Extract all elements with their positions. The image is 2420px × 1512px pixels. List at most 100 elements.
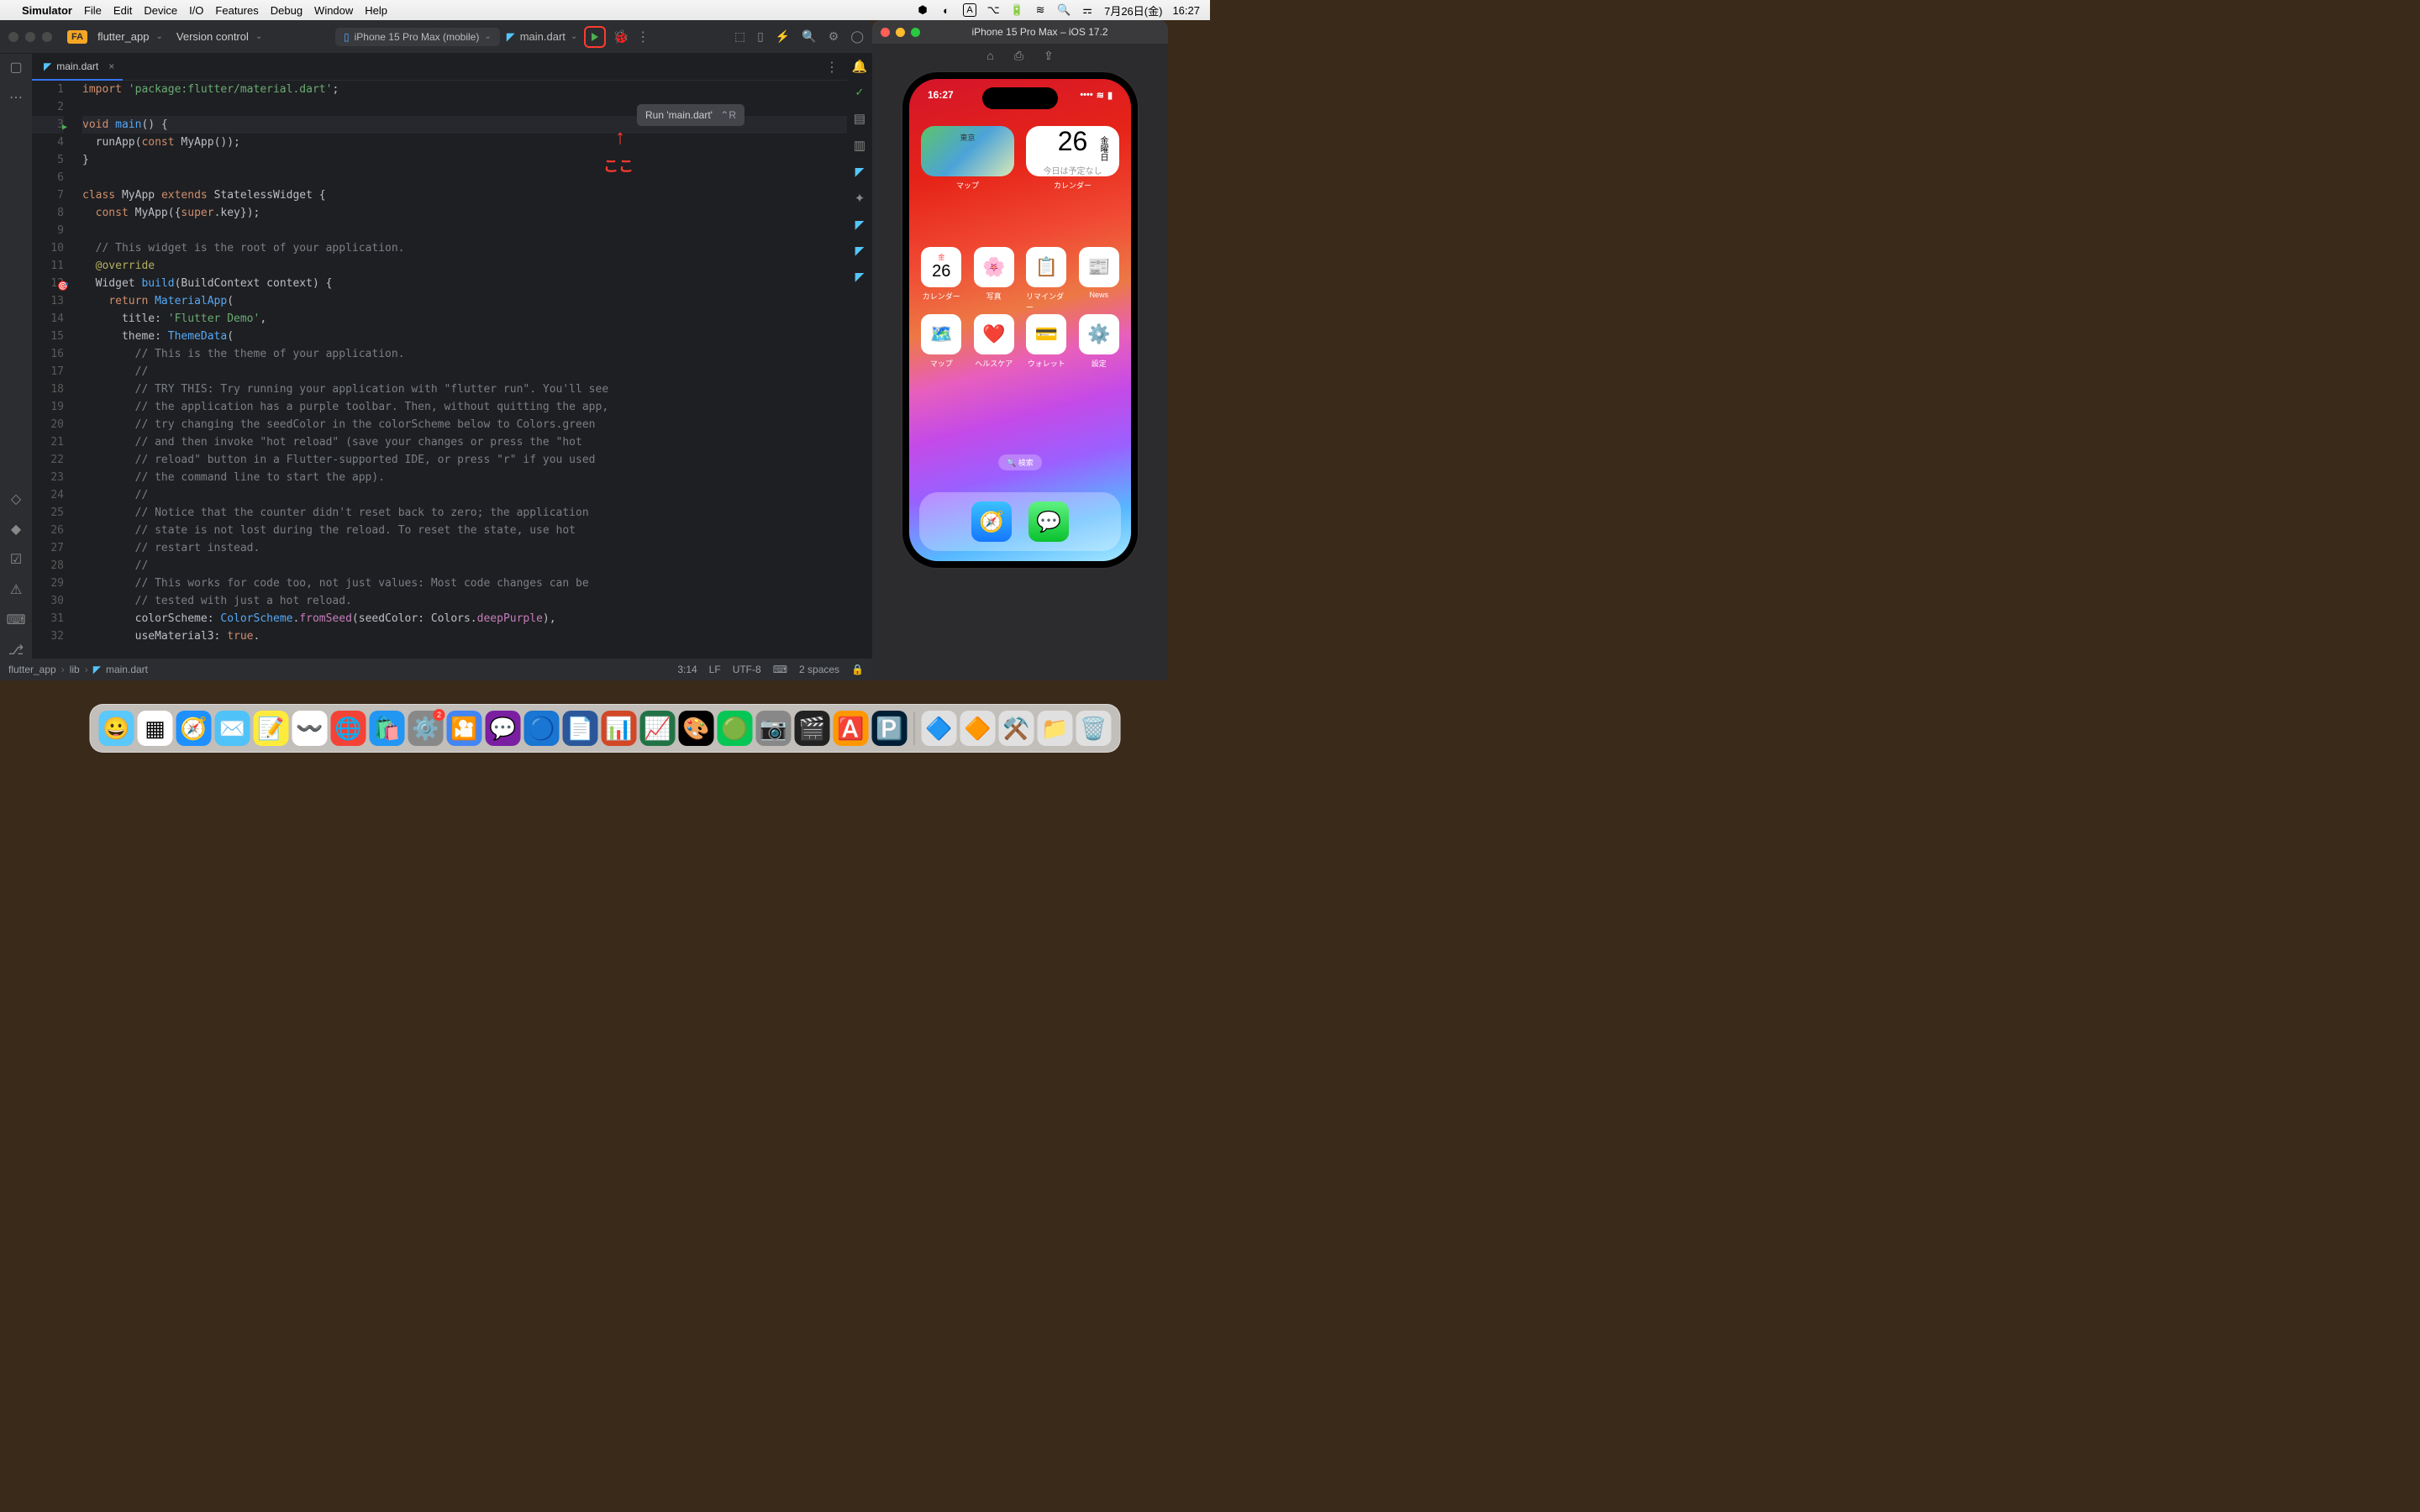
tab-close-icon[interactable]: ×	[108, 60, 114, 72]
menubar-time[interactable]: 16:27	[1172, 4, 1200, 17]
device-manager-icon[interactable]: ▯	[757, 29, 764, 44]
dock-app-icon[interactable]: 🎬	[795, 711, 830, 746]
spotlight-search-pill[interactable]: 🔍 検索	[998, 454, 1042, 470]
breadcrumb-file[interactable]: main.dart	[106, 664, 148, 675]
dock-app-icon[interactable]: 🎨	[679, 711, 714, 746]
dock-app-icon[interactable]: 📄	[563, 711, 598, 746]
spotlight-icon[interactable]: 🔍	[1057, 3, 1071, 17]
terminal-icon[interactable]: ⌨	[6, 612, 25, 628]
version-control-dropdown[interactable]: Version control	[176, 30, 249, 43]
todo-icon[interactable]: ☑	[10, 551, 22, 568]
app-icon[interactable]: 金26カレンダー	[921, 247, 962, 312]
breadcrumb-folder[interactable]: lib	[70, 664, 80, 675]
inspector-icon[interactable]: ▤	[854, 111, 865, 126]
menu-file[interactable]: File	[84, 4, 102, 17]
messages-app-icon[interactable]: 💬	[1028, 501, 1069, 542]
ai-icon[interactable]: ✦	[855, 191, 865, 206]
menu-help[interactable]: Help	[365, 4, 387, 17]
dock-app-icon[interactable]: 🅰️	[834, 711, 869, 746]
dock-app-icon[interactable]: 🗑️	[1076, 711, 1112, 746]
app-icon[interactable]: ❤️ヘルスケア	[974, 314, 1015, 369]
lock-icon[interactable]: 🔒	[851, 664, 864, 675]
run-button[interactable]	[584, 26, 606, 48]
app-icon[interactable]: ⚙️設定	[1079, 314, 1120, 369]
battery-icon[interactable]: 🔋	[1010, 3, 1023, 17]
run-config-selector[interactable]: ◤ main.dart ⌄	[507, 30, 578, 44]
bluetooth-icon[interactable]: ⌥	[986, 3, 1000, 17]
calendar-widget[interactable]: 26 金曜日 今日は予定なし	[1026, 126, 1119, 176]
share-icon[interactable]: ⇪	[1044, 49, 1054, 63]
menu-device[interactable]: Device	[144, 4, 177, 17]
encoding[interactable]: UTF-8	[733, 664, 761, 675]
wifi-icon[interactable]: ≋	[1034, 3, 1047, 17]
dock-app-icon[interactable]: ⚙️2	[408, 711, 444, 746]
app-icon[interactable]: 🌸写真	[974, 247, 1015, 312]
project-name[interactable]: flutter_app	[97, 30, 149, 43]
vcs-icon[interactable]: ⎇	[8, 642, 24, 659]
iphone-screen[interactable]: 16:27 •••• ≋ ▮ 東京 マップ 26 金曜日	[909, 79, 1131, 561]
cursor-position[interactable]: 3:14	[677, 664, 697, 675]
dock-app-icon[interactable]: 🅿️	[872, 711, 908, 746]
flutter-perf-icon[interactable]: ◤	[855, 218, 865, 232]
menubar-app-name[interactable]: Simulator	[22, 4, 72, 17]
flutter-outline-icon[interactable]: ◤	[855, 165, 865, 179]
dock-app-icon[interactable]: 📈	[640, 711, 676, 746]
device-selector[interactable]: ▯ iPhone 15 Pro Max (mobile) ⌄	[335, 28, 500, 46]
dock-app-icon[interactable]: 😀	[99, 711, 134, 746]
dock-app-icon[interactable]: 📊	[602, 711, 637, 746]
bolt-icon[interactable]: ⚡	[776, 29, 790, 44]
dock-app-icon[interactable]: 🔵	[524, 711, 560, 746]
breadcrumb-project[interactable]: flutter_app	[8, 664, 56, 675]
profile-icon[interactable]: ◯	[850, 29, 864, 44]
maps-widget[interactable]: 東京	[921, 126, 1014, 176]
dock-app-icon[interactable]: 〰️	[292, 711, 328, 746]
menu-debug[interactable]: Debug	[271, 4, 302, 17]
chevron-down-icon[interactable]: ⌄	[255, 32, 262, 41]
dock-app-icon[interactable]: 🔶	[960, 711, 996, 746]
chevron-down-icon[interactable]: ⌄	[156, 32, 163, 41]
app-icon[interactable]: 💳ウォレット	[1026, 314, 1067, 369]
flutter-inspector-icon[interactable]: ◤	[855, 244, 865, 258]
ide-traffic-lights[interactable]	[8, 32, 52, 42]
app-icon[interactable]: 📰News	[1079, 247, 1120, 312]
editor-tab[interactable]: ◤ main.dart ×	[32, 54, 123, 81]
control-center-icon[interactable]: ⚎	[1081, 3, 1094, 17]
structure-icon[interactable]: ◇	[11, 491, 21, 507]
dock-app-icon[interactable]: 🔷	[922, 711, 957, 746]
more-tool-icon[interactable]: ⋯	[9, 89, 23, 106]
emulator-icon[interactable]: ▥	[854, 138, 865, 153]
search-icon[interactable]: 🔍	[802, 29, 816, 44]
dock-app-icon[interactable]: ⚒️	[999, 711, 1034, 746]
dock-app-icon[interactable]: 🧭	[176, 711, 212, 746]
app-icon[interactable]: 🗺️マップ	[921, 314, 962, 369]
dock-app-icon[interactable]: 🛍️	[370, 711, 405, 746]
screenshot-icon[interactable]: ⎙	[1014, 49, 1023, 63]
menubar-date[interactable]: 7月26日(金)	[1104, 3, 1162, 18]
analysis-ok-icon[interactable]: ✓	[855, 86, 865, 99]
safari-app-icon[interactable]: 🧭	[971, 501, 1012, 542]
home-icon[interactable]: ⌂	[986, 49, 993, 62]
app-icon[interactable]: 📋リマインダー	[1026, 247, 1067, 312]
dock-app-icon[interactable]: 📝	[254, 711, 289, 746]
project-tool-icon[interactable]: ▢	[9, 59, 22, 76]
indent[interactable]: 2 spaces	[799, 664, 839, 675]
menubar-extra-icon-2[interactable]: ◐	[939, 3, 953, 17]
dock-app-icon[interactable]: 💬	[486, 711, 521, 746]
menu-io[interactable]: I/O	[189, 4, 203, 17]
dock-app-icon[interactable]: 🟢	[718, 711, 753, 746]
dock-app-icon[interactable]: 📁	[1038, 711, 1073, 746]
notifications-icon[interactable]: 🔔	[852, 59, 868, 74]
line-ending[interactable]: LF	[709, 664, 721, 675]
menu-features[interactable]: Features	[215, 4, 258, 17]
dock-app-icon[interactable]: ▦	[138, 711, 173, 746]
menu-edit[interactable]: Edit	[113, 4, 132, 17]
bug-icon[interactable]: ⬚	[734, 29, 745, 44]
dock-app-icon[interactable]: 📷	[756, 711, 792, 746]
code-editor[interactable]: 123▶456789101112🎯13141516171819202122232…	[32, 81, 847, 659]
debug-icon[interactable]: 🐞	[613, 29, 629, 45]
settings-icon[interactable]: ⚙	[829, 29, 839, 44]
menu-window[interactable]: Window	[314, 4, 353, 17]
input-source-icon[interactable]: A	[963, 3, 976, 17]
menubar-extra-icon-1[interactable]: ⬢	[916, 3, 929, 17]
tab-more-icon[interactable]: ⋮	[825, 59, 839, 76]
